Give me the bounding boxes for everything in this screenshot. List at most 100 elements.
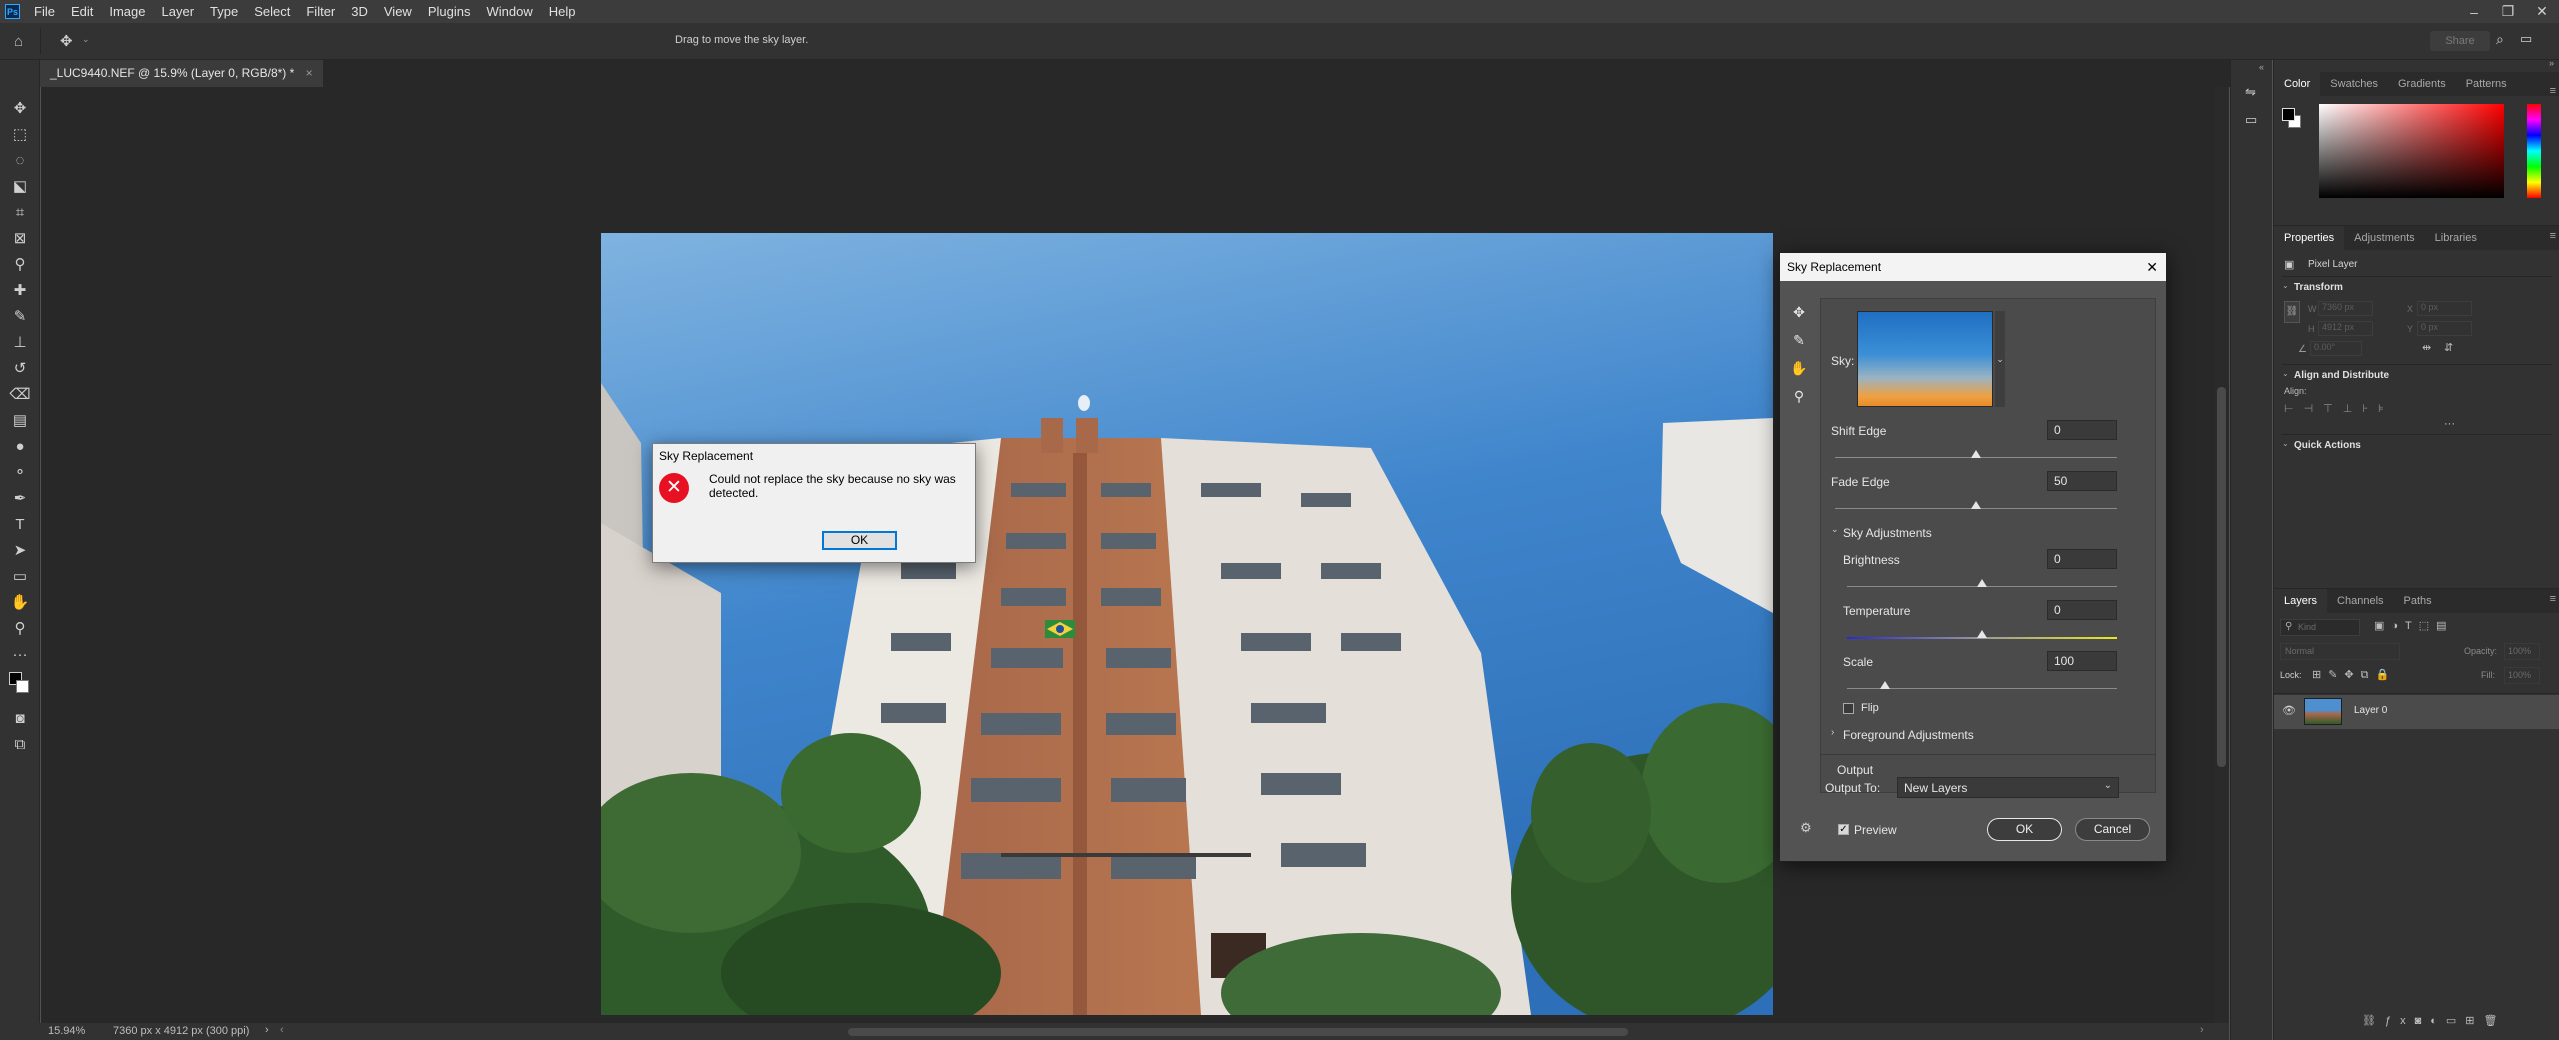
close-document-icon[interactable]: × — [306, 66, 313, 80]
settings-icon[interactable]: ⚙ — [1800, 820, 1812, 836]
menu-image[interactable]: Image — [101, 0, 153, 23]
tab-channels[interactable]: Channels — [2327, 589, 2393, 613]
sky-brush-tool-icon[interactable]: ✎ — [1790, 326, 1808, 354]
link-icon[interactable]: ⛓ — [2284, 301, 2300, 323]
blur-tool-icon[interactable]: ● — [0, 433, 40, 459]
clone-stamp-tool-icon[interactable]: ⊥ — [0, 329, 40, 355]
expand-foreground-icon[interactable]: › — [1831, 727, 1834, 738]
fade-edge-input[interactable]: 50 — [2047, 471, 2117, 491]
tab-properties[interactable]: Properties — [2274, 226, 2345, 250]
hue-slider[interactable] — [2527, 104, 2541, 198]
menu-filter[interactable]: Filter — [298, 0, 343, 23]
preview-checkbox[interactable]: ✓ — [1838, 824, 1849, 835]
slider-thumb[interactable] — [1977, 579, 1987, 587]
eraser-tool-icon[interactable]: ⌫ — [0, 381, 40, 407]
menu-view[interactable]: View — [376, 0, 420, 23]
screen-mode-icon[interactable]: ⧉ — [0, 731, 40, 757]
angle-input[interactable]: 0.00° — [2310, 341, 2362, 356]
brightness-input[interactable]: 0 — [2047, 549, 2117, 569]
flip-checkbox[interactable] — [1843, 703, 1854, 714]
tab-gradients[interactable]: Gradients — [2388, 72, 2456, 96]
pen-tool-icon[interactable]: ✒ — [0, 485, 40, 511]
scale-input[interactable]: 100 — [2047, 651, 2117, 671]
x-input[interactable]: 0 px — [2417, 301, 2472, 316]
canvas-area[interactable]: Sky Replacement ✕ Could not replace the … — [41, 87, 2229, 1023]
scroll-right-icon[interactable]: › — [2200, 1024, 2204, 1036]
collapse-panel-dock-icon[interactable]: » — [2549, 58, 2554, 68]
menu-edit[interactable]: Edit — [63, 0, 101, 23]
menu-layer[interactable]: Layer — [154, 0, 203, 23]
minimize-icon[interactable]: – — [2457, 4, 2491, 20]
object-selection-tool-icon[interactable]: ⬕ — [0, 173, 40, 199]
search-icon[interactable]: ⌕ — [2496, 31, 2504, 48]
menu-plugins[interactable]: Plugins — [420, 0, 479, 23]
alert-ok-button[interactable]: OK — [822, 531, 897, 550]
crop-tool-icon[interactable]: ⌗ — [0, 199, 40, 225]
fill-input[interactable]: 100% — [2504, 667, 2540, 684]
tool-preset-chevron-icon[interactable]: ⌄ — [82, 34, 90, 45]
layer-name[interactable]: Layer 0 — [2354, 705, 2387, 716]
background-color-swatch[interactable] — [16, 680, 29, 693]
edit-toolbar-icon[interactable]: ··· — [0, 641, 40, 667]
collapse-panels-icon[interactable]: « — [2259, 62, 2264, 72]
menu-help[interactable]: Help — [541, 0, 584, 23]
restore-icon[interactable]: ❐ — [2491, 3, 2525, 20]
flip-horizontal-icon[interactable]: ⇹ — [2422, 341, 2431, 354]
menu-type[interactable]: Type — [202, 0, 246, 23]
layer-filter-icons[interactable]: ▣◑T⬚▤ — [2374, 619, 2454, 632]
zoom-level[interactable]: 15.94% — [48, 1025, 85, 1037]
frame-tool-icon[interactable]: ⊠ — [0, 225, 40, 251]
sky-move-tool-icon[interactable]: ✥ — [1790, 298, 1808, 326]
marquee-tool-icon[interactable]: ⬚ — [0, 121, 40, 147]
rectangle-tool-icon[interactable]: ▭ — [0, 563, 40, 589]
move-tool-icon[interactable]: ✥ — [0, 95, 40, 121]
menu-window[interactable]: Window — [478, 0, 540, 23]
move-tool-icon[interactable]: ✥ — [60, 32, 73, 50]
history-brush-tool-icon[interactable]: ↺ — [0, 355, 40, 381]
sky-preset-dropdown-icon[interactable]: ⌄ — [1995, 311, 2005, 407]
align-buttons[interactable]: ⊢⊣⊤⊥⊦⊧ — [2284, 402, 2394, 415]
panel-menu-icon[interactable]: ≡ — [2550, 593, 2556, 605]
menu-select[interactable]: Select — [246, 0, 298, 23]
document-image[interactable] — [601, 233, 1773, 1015]
zoom-tool-icon[interactable]: ⚲ — [0, 615, 40, 641]
status-info-arrow[interactable]: › — [265, 1024, 269, 1036]
vertical-scrollbar[interactable] — [2214, 87, 2229, 1023]
vertical-scroll-thumb[interactable] — [2217, 387, 2226, 767]
foreground-adjustments-label[interactable]: Foreground Adjustments — [1843, 728, 1974, 742]
sky-cancel-button[interactable]: Cancel — [2075, 818, 2150, 841]
zoom-tool-icon[interactable]: ⚲ — [1790, 382, 1808, 410]
history-panel-icon[interactable]: ⇋ — [2245, 84, 2256, 100]
scroll-left-icon[interactable]: ‹ — [280, 1024, 284, 1036]
close-window-icon[interactable]: ✕ — [2525, 3, 2559, 20]
layer-row[interactable]: 👁 Layer 0 — [2274, 695, 2559, 729]
type-tool-icon[interactable]: T — [0, 511, 40, 537]
hand-tool-icon[interactable]: ✋ — [0, 589, 40, 615]
sky-preset-thumbnail[interactable] — [1857, 311, 1993, 407]
quick-actions-chevron-icon[interactable]: ⌄ — [2282, 439, 2289, 448]
slider-thumb[interactable] — [1971, 450, 1981, 458]
foreground-color-chip[interactable] — [2282, 108, 2295, 121]
opacity-input[interactable]: 100% — [2504, 643, 2540, 660]
comments-panel-icon[interactable]: ▭ — [2245, 112, 2257, 128]
tab-adjustments[interactable]: Adjustments — [2344, 226, 2425, 250]
layer-bottom-actions[interactable]: ⛓ƒx◙◐▭⊞🗑 — [2362, 1014, 2506, 1027]
sky-ok-button[interactable]: OK — [1987, 818, 2062, 841]
blend-mode-select[interactable]: Normal — [2280, 643, 2400, 660]
gradient-tool-icon[interactable]: ▤ — [0, 407, 40, 433]
lock-icons[interactable]: ⊞✎✥⧉🔒 — [2312, 668, 2396, 682]
transform-chevron-icon[interactable]: ⌄ — [2282, 281, 2289, 290]
hand-tool-icon[interactable]: ✋ — [1790, 354, 1808, 382]
output-to-select[interactable]: New Layers ⌄ — [1897, 777, 2119, 798]
quick-mask-icon[interactable]: ◙ — [0, 705, 40, 731]
workspace-icon[interactable]: ▭ — [2520, 31, 2532, 47]
slider-thumb[interactable] — [1977, 630, 1987, 638]
color-field[interactable] — [2319, 104, 2504, 198]
sky-adjustments-label[interactable]: Sky Adjustments — [1843, 526, 1932, 540]
brush-tool-icon[interactable]: ✎ — [0, 303, 40, 329]
tab-layers[interactable]: Layers — [2274, 589, 2328, 613]
height-input[interactable]: 4912 px — [2318, 321, 2373, 336]
share-button[interactable]: Share — [2430, 31, 2490, 51]
align-distribute-label[interactable]: Align and Distribute — [2294, 370, 2389, 381]
quick-actions-label[interactable]: Quick Actions — [2294, 440, 2361, 451]
